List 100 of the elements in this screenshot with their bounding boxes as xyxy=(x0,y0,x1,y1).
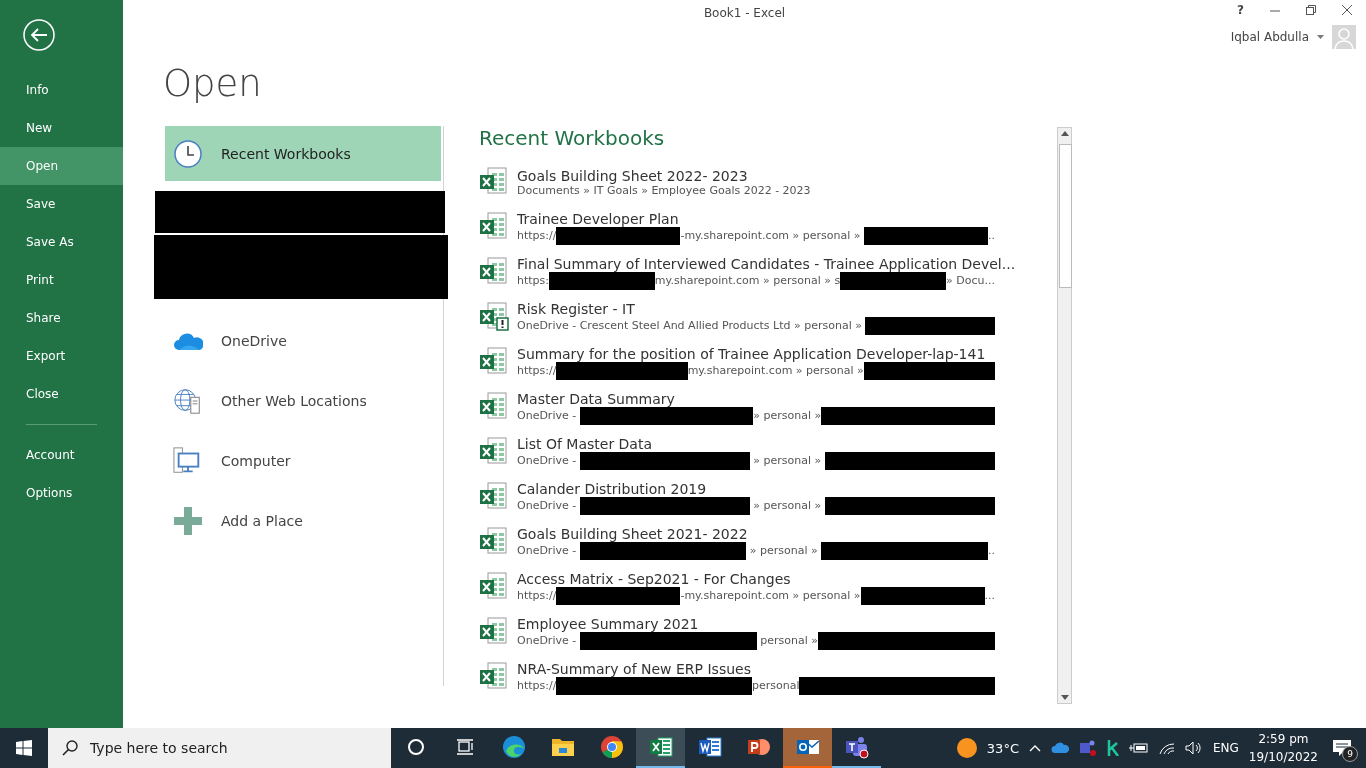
nav-item[interactable]: Print xyxy=(0,261,123,299)
excel-file-icon xyxy=(479,660,509,691)
k-icon[interactable] xyxy=(1106,740,1119,756)
file-path: .. xyxy=(988,229,995,242)
nav-item[interactable]: Export xyxy=(0,337,123,375)
scroll-down-icon[interactable] xyxy=(1061,695,1069,700)
word-icon[interactable] xyxy=(697,736,722,758)
teams-icon[interactable] xyxy=(1078,739,1097,757)
file-path: my.sharepoint.com » personal » s xyxy=(654,274,841,287)
nav-item[interactable]: Save As xyxy=(0,223,123,261)
temperature[interactable]: 33°C xyxy=(986,740,1019,756)
file-path: -my.sharepoint.com » personal » xyxy=(680,589,861,602)
file-name[interactable]: Access Matrix - Sep2021 - For Changes xyxy=(517,570,995,587)
speaker-icon[interactable] xyxy=(1184,741,1203,755)
caret-icon[interactable] xyxy=(1317,35,1324,39)
sun-icon[interactable] xyxy=(956,738,977,758)
window-title: Book1 - Excel xyxy=(703,6,786,20)
clock-date[interactable]: 19/10/2022 xyxy=(1248,748,1318,766)
chevron-up-icon[interactable] xyxy=(1028,744,1041,752)
search-field[interactable]: Type here to search xyxy=(48,728,391,768)
cloud-icon[interactable] xyxy=(1050,742,1069,754)
nav-item[interactable]: Share xyxy=(0,299,123,337)
task-view-icon[interactable] xyxy=(455,738,474,756)
file-name[interactable]: Employee Summary 2021 xyxy=(517,615,995,632)
place-item[interactable]: Recent Workbooks xyxy=(165,126,441,181)
excel-file-icon xyxy=(479,435,509,466)
file-path: https: xyxy=(517,274,550,287)
file-name[interactable]: Goals Building Sheet 2021- 2022 xyxy=(517,525,995,542)
wifi-icon[interactable] xyxy=(1158,741,1175,755)
excel-file-icon xyxy=(479,255,509,286)
section-heading: Recent Workbooks xyxy=(479,126,665,150)
close-icon[interactable] xyxy=(1342,5,1352,15)
user-name[interactable]: Iqbal Abdulla xyxy=(1230,30,1309,44)
file-name[interactable]: Final Summary of Interviewed Candidates - Trainee Application Devel... xyxy=(517,255,1016,272)
place-item[interactable]: Add a Place xyxy=(165,491,441,551)
excel-file-icon xyxy=(479,210,509,241)
place-item[interactable]: Other Web Locations xyxy=(165,371,441,431)
scrollbar[interactable] xyxy=(1057,127,1072,704)
nav-item[interactable]: New xyxy=(0,109,123,147)
file-path: https:// xyxy=(517,589,557,602)
page-title: Open xyxy=(163,62,263,105)
battery-icon[interactable] xyxy=(1128,742,1149,754)
scrollbar-thumb[interactable] xyxy=(1059,144,1072,288)
file-path: https:// xyxy=(517,229,557,242)
file-name[interactable]: Calander Distribution 2019 xyxy=(517,480,995,497)
file-path: » personal » xyxy=(748,544,819,557)
file-path: OneDrive - xyxy=(517,544,578,557)
language-indicator[interactable]: ENG xyxy=(1212,741,1239,755)
notification-count: 9 xyxy=(1342,746,1358,762)
file-name[interactable]: Summary for the position of Trainee Application Developer-lap-141 xyxy=(517,345,995,362)
nav-item[interactable]: Close xyxy=(0,375,123,413)
folder-icon[interactable] xyxy=(550,736,575,758)
powerpoint-icon[interactable] xyxy=(746,736,771,758)
excel-icon[interactable] xyxy=(648,736,673,758)
search-icon xyxy=(62,740,78,756)
plus-icon xyxy=(174,507,202,535)
file-name[interactable]: Goals Building Sheet 2022- 2023 xyxy=(517,168,995,184)
nav-item[interactable]: Info xyxy=(0,71,123,109)
cloud-icon xyxy=(173,331,203,351)
file-path: » personal » xyxy=(752,499,823,512)
circle-icon[interactable] xyxy=(406,738,425,756)
file-name[interactable]: Trainee Developer Plan xyxy=(517,210,995,227)
file-name[interactable]: List Of Master Data xyxy=(517,435,995,452)
file-name[interactable]: NRA-Summary of New ERP Issues xyxy=(517,660,995,677)
file-name[interactable]: Risk Register - IT xyxy=(517,300,995,317)
teams-icon[interactable] xyxy=(843,735,870,759)
place-item[interactable]: Computer xyxy=(165,431,441,491)
file-path: OneDrive - xyxy=(517,499,578,512)
nav-item[interactable]: Save xyxy=(0,185,123,223)
back-icon[interactable] xyxy=(23,19,55,51)
file-path: » personal » xyxy=(753,409,822,422)
windows-icon[interactable] xyxy=(16,740,32,756)
restore-icon[interactable] xyxy=(1306,5,1316,15)
file-path: personal » xyxy=(759,634,818,647)
edge-icon[interactable] xyxy=(501,735,526,759)
nav-item[interactable]: Open xyxy=(0,147,123,185)
excel-file-icon xyxy=(479,525,509,556)
file-path: OneDrive - xyxy=(517,454,578,467)
file-path: .. xyxy=(988,544,995,557)
nav-item[interactable]: Account xyxy=(0,436,123,474)
excel-file-icon xyxy=(479,570,509,601)
help-button[interactable]: ? xyxy=(1237,3,1244,17)
excel-file-icon xyxy=(479,165,509,196)
nav-item[interactable]: Options xyxy=(0,474,123,512)
file-name[interactable]: Master Data Summary xyxy=(517,390,995,407)
chrome-icon[interactable] xyxy=(599,735,624,759)
file-path: OneDrive - xyxy=(517,409,578,422)
file-path: ... xyxy=(984,589,995,602)
clock-icon xyxy=(173,138,203,169)
file-path: https:// xyxy=(517,364,557,377)
excel-file-icon xyxy=(479,300,509,331)
file-path: OneDrive - xyxy=(517,634,578,647)
place-item[interactable]: OneDrive xyxy=(165,311,441,371)
excel-file-icon xyxy=(479,615,509,646)
clock-time[interactable]: 2:59 pm xyxy=(1248,730,1318,748)
file-path: Documents » IT Goals » Employee Goals 2022 - 2023 xyxy=(517,184,811,197)
scroll-up-icon[interactable] xyxy=(1061,131,1069,136)
file-path: » personal » xyxy=(752,454,823,467)
file-path: OneDrive - Crescent Steel And Allied Products Ltd » personal » xyxy=(517,319,863,332)
excel-file-icon xyxy=(479,345,509,376)
